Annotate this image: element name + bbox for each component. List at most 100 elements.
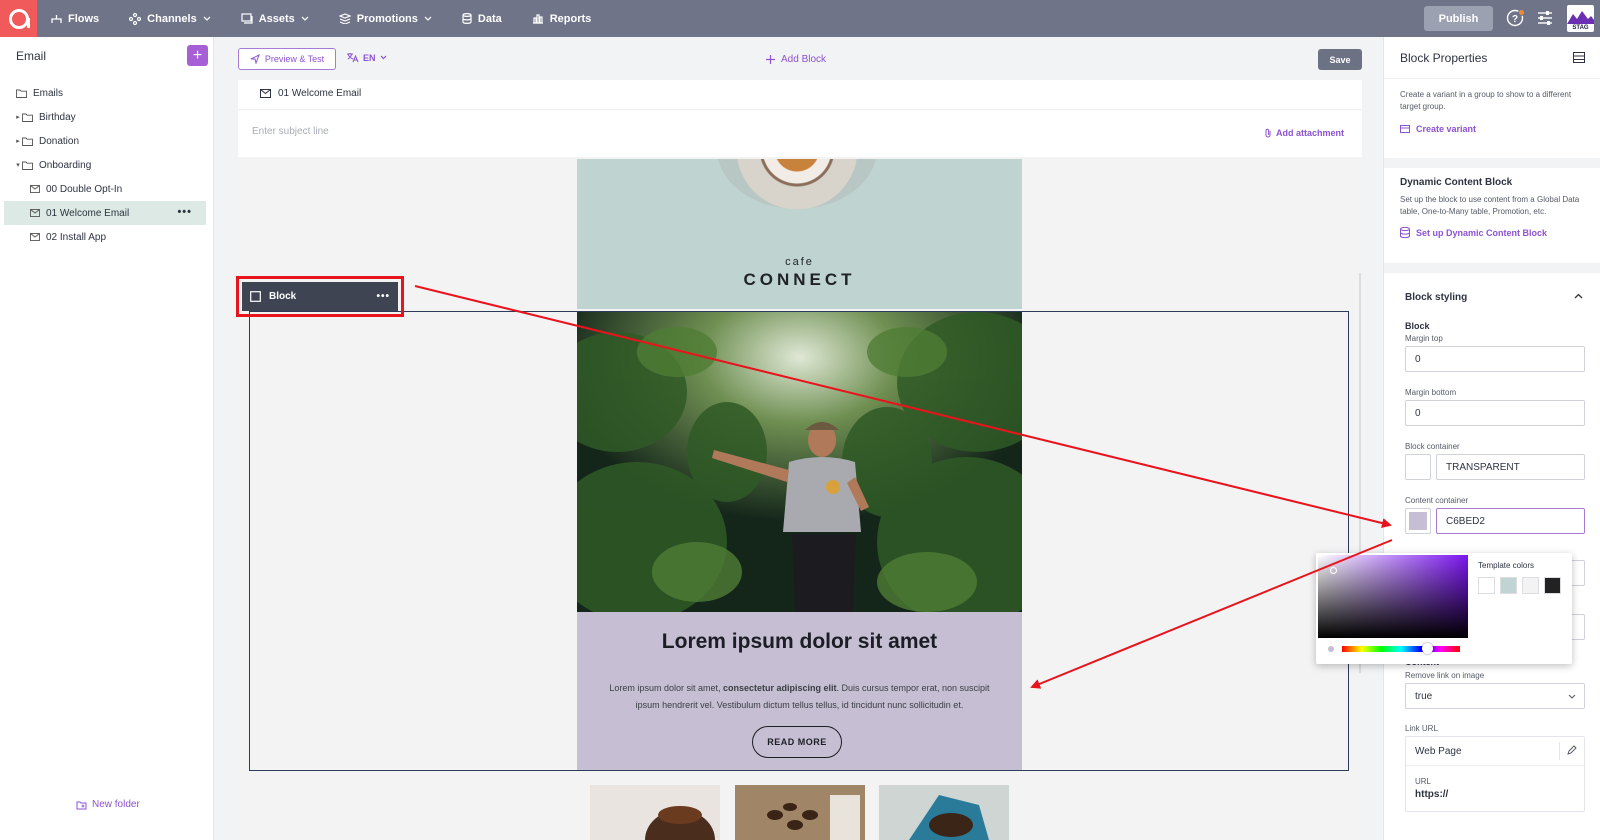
remove-link-select[interactable]: true xyxy=(1405,683,1585,709)
panel-menu-icon[interactable] xyxy=(1573,52,1585,63)
hue-slider-handle[interactable] xyxy=(1422,643,1433,654)
app-logo[interactable] xyxy=(0,0,37,37)
farmer-photo[interactable] xyxy=(577,312,1022,612)
thumbnail-image-coffee-beans[interactable] xyxy=(735,785,865,840)
block-toolbar-highlight: Block ••• xyxy=(236,276,404,317)
nav-item-label: Promotions xyxy=(356,12,418,25)
envelope-icon xyxy=(30,209,40,217)
translate-icon xyxy=(347,53,359,63)
block-more-options-icon[interactable]: ••• xyxy=(376,291,390,302)
thumbnail-image-ground-coffee[interactable] xyxy=(590,785,720,840)
nav-item-reports[interactable]: Reports xyxy=(532,12,592,25)
content-block[interactable]: Lorem ipsum dolor sit amet Lorem ipsum d… xyxy=(577,612,1022,770)
tree-folder[interactable]: ▸ Birthday xyxy=(0,105,214,129)
template-color-swatches xyxy=(1478,577,1561,594)
database-icon xyxy=(1400,227,1410,238)
new-folder-label: New folder xyxy=(92,799,140,810)
nav-item-flows[interactable]: Flows xyxy=(51,13,99,25)
promotions-icon xyxy=(338,13,351,24)
chevron-down-icon xyxy=(424,16,432,21)
tree-item-label: Birthday xyxy=(39,111,76,123)
tree-item-label: Onboarding xyxy=(39,159,92,171)
create-variant-link[interactable]: Create variant xyxy=(1400,124,1585,134)
folder-icon xyxy=(16,89,27,98)
nav-item-label: Flows xyxy=(68,12,100,25)
nav-item-label: Reports xyxy=(549,12,592,25)
template-colors-label: Template colors xyxy=(1478,561,1535,570)
divider xyxy=(238,109,1362,110)
tree-folder[interactable]: ▾ Onboarding xyxy=(0,153,214,177)
template-color-swatch[interactable] xyxy=(1500,577,1517,594)
template-color-swatch[interactable] xyxy=(1544,577,1561,594)
margin-bottom-input[interactable]: 0 xyxy=(1405,400,1585,426)
chevron-down-icon xyxy=(1568,694,1576,699)
template-color-swatch[interactable] xyxy=(1478,577,1495,594)
margin-top-input[interactable]: 0 xyxy=(1405,346,1585,372)
notification-dot xyxy=(1518,9,1525,16)
nav-item-channels[interactable]: Channels xyxy=(129,12,211,25)
color-handle[interactable] xyxy=(1330,567,1337,574)
block-container-label: Block container xyxy=(1405,442,1460,451)
save-button[interactable]: Save xyxy=(1318,49,1362,70)
dynamic-content-section: Dynamic Content Block Set up the block t… xyxy=(1384,177,1600,238)
preview-test-label: Preview & Test xyxy=(264,54,325,64)
hue-slider[interactable] xyxy=(1342,646,1460,652)
panel-title: Block Properties xyxy=(1400,51,1488,65)
block-toolbar[interactable]: Block ••• xyxy=(242,282,398,311)
read-more-button[interactable]: READ MORE xyxy=(752,726,842,758)
add-email-button[interactable]: + xyxy=(187,45,208,66)
language-selector[interactable]: EN xyxy=(346,52,387,63)
add-attachment-label: Add attachment xyxy=(1275,128,1344,138)
dynamic-content-title: Dynamic Content Block xyxy=(1400,177,1513,188)
hero-header-image[interactable]: cafe CONNECT xyxy=(577,159,1022,309)
caret-icon[interactable]: ▸ xyxy=(14,113,22,121)
environment-label: STAG xyxy=(1572,25,1589,31)
add-attachment-button[interactable]: Add attachment xyxy=(1264,128,1344,138)
block-container-swatch[interactable] xyxy=(1405,454,1431,480)
new-folder-icon xyxy=(76,801,87,809)
url-input[interactable]: https:// xyxy=(1415,789,1448,800)
divider xyxy=(1406,765,1584,766)
setup-dynamic-content-label: Set up Dynamic Content Block xyxy=(1416,227,1548,238)
block-container-input[interactable]: TRANSPARENT xyxy=(1436,454,1585,480)
content-container-input[interactable]: C6BED2 xyxy=(1436,508,1585,534)
new-folder-button[interactable]: New folder xyxy=(76,799,140,810)
tree-email-item[interactable]: 01 Welcome Email ••• xyxy=(4,201,206,225)
template-color-swatch[interactable] xyxy=(1522,577,1539,594)
saturation-value-area[interactable] xyxy=(1318,555,1468,638)
add-block-button[interactable]: Add Block xyxy=(766,54,826,65)
tree-email-item[interactable]: 02 Install App xyxy=(0,225,214,249)
content-container-color xyxy=(1409,512,1427,530)
folder-icon xyxy=(22,161,33,170)
preview-test-button[interactable]: Preview & Test xyxy=(238,48,336,70)
chevron-down-icon xyxy=(380,55,386,60)
nav-item-promotions[interactable]: Promotions xyxy=(338,12,432,25)
more-options-icon[interactable]: ••• xyxy=(177,206,192,218)
collapse-chevron-up-icon[interactable] xyxy=(1574,293,1583,299)
caret-icon[interactable]: ▾ xyxy=(14,161,22,169)
content-body: Lorem ipsum dolor sit amet, consectetur … xyxy=(609,683,990,710)
pencil-icon[interactable] xyxy=(1567,745,1577,755)
tree-folder[interactable]: ▸ Donation xyxy=(0,129,214,153)
color-picker-popover: Template colors xyxy=(1316,553,1572,664)
subject-line-input[interactable]: Enter subject line xyxy=(252,126,329,137)
nav-item-data[interactable]: Data xyxy=(462,13,502,25)
settings-sliders-icon[interactable] xyxy=(1537,11,1553,25)
content-container-swatch[interactable] xyxy=(1405,508,1431,534)
thumbnail-image-coffee-bag[interactable] xyxy=(879,785,1009,840)
nav-item-label: Channels xyxy=(147,12,197,25)
block-heading: Block xyxy=(1405,321,1430,331)
content-container-label: Content container xyxy=(1405,496,1469,505)
environment-badge[interactable]: STAG xyxy=(1567,5,1594,32)
publish-button[interactable]: Publish xyxy=(1424,6,1493,31)
block-properties-panel: Block Properties Create a variant in a g… xyxy=(1383,37,1600,840)
main-menu: Flows Channels Assets Promotions Data Reports xyxy=(51,12,621,25)
add-block-label: Add Block xyxy=(781,54,827,65)
link-type-value[interactable]: Web Page xyxy=(1415,746,1462,757)
caret-icon[interactable]: ▸ xyxy=(14,137,22,145)
tree-email-item[interactable]: 00 Double Opt-In xyxy=(0,177,214,201)
setup-dynamic-content-link[interactable]: Set up Dynamic Content Block xyxy=(1400,227,1585,238)
nav-item-assets[interactable]: Assets xyxy=(241,13,309,25)
divider xyxy=(1559,742,1560,760)
tree-folder[interactable]: Emails xyxy=(0,81,214,105)
